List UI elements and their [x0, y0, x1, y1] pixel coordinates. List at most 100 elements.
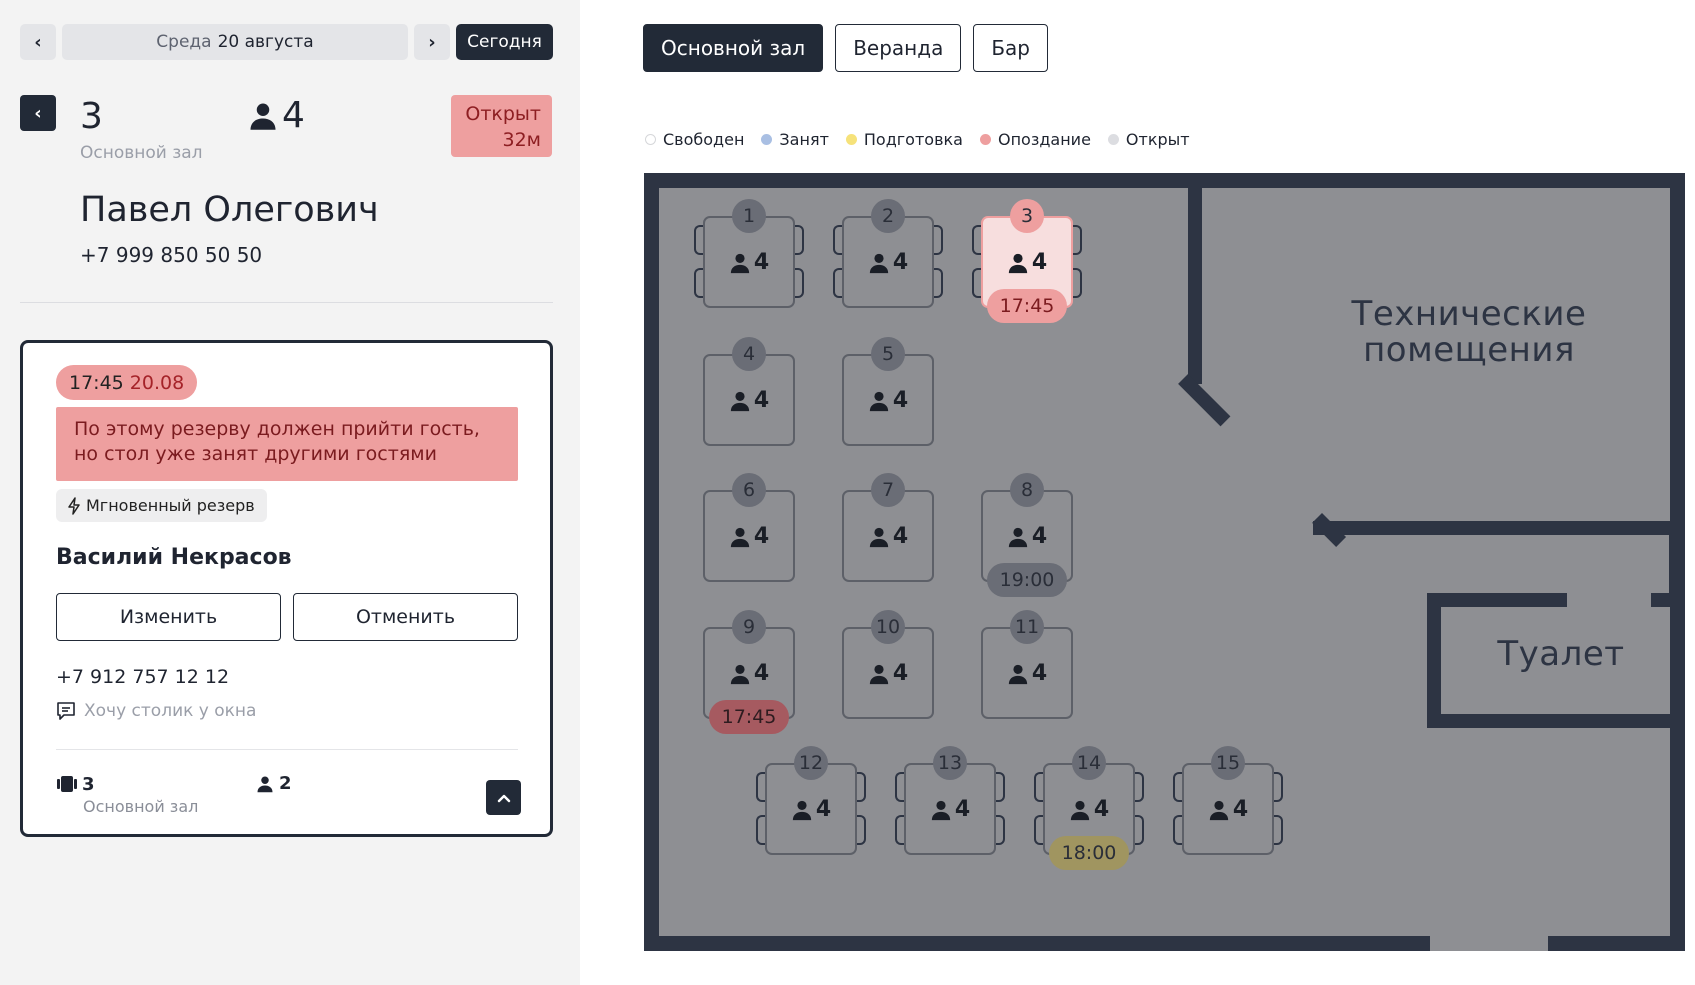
back-button[interactable]: ‹ [20, 95, 56, 131]
comment-icon [57, 702, 75, 720]
table-seats: 4 [753, 388, 770, 413]
table-seats: 4 [1031, 661, 1048, 686]
table-number-badge: 12 [794, 746, 828, 780]
reservation-card[interactable]: 17:45 20.08 По этому резерву должен прий… [20, 340, 553, 837]
chair [934, 225, 943, 255]
table-seat-info: 4 [703, 524, 795, 549]
table-time-badge: 17:45 [709, 700, 789, 734]
person-icon [1008, 527, 1028, 547]
date-display[interactable]: Среда 20 августа [62, 24, 408, 60]
chevron-left-icon: ‹ [34, 102, 42, 124]
table-seat-info: 4 [842, 388, 934, 413]
cancel-button[interactable]: Отменить [293, 593, 518, 641]
table-number-badge: 6 [732, 473, 766, 507]
date-label: 20 августа [217, 32, 314, 52]
collapse-button[interactable] [486, 780, 521, 815]
tab-veranda[interactable]: Веранда [835, 24, 962, 72]
chair [795, 268, 804, 298]
chair [694, 225, 703, 255]
reservation-guests: 2 [256, 773, 292, 794]
chair [1135, 815, 1144, 845]
status-label: Открыт [465, 103, 541, 125]
late-dot-icon [979, 134, 991, 145]
guest-count: 4 [248, 95, 305, 136]
preparing-dot-icon [845, 134, 857, 145]
conflict-alert: По этому резерву должен прийти гость, но… [56, 407, 518, 481]
table-number-badge: 5 [871, 337, 905, 371]
table-seat-info: 4 [904, 797, 996, 822]
person-icon [250, 103, 276, 130]
table-seats: 4 [1093, 797, 1110, 822]
chevron-up-icon [497, 794, 510, 802]
table-seat-info: 4 [1043, 797, 1135, 822]
reservation-guests-value: 2 [279, 773, 292, 794]
reservation-phone[interactable]: +7 912 757 12 12 [56, 666, 229, 688]
legend-item-late: Опоздание [979, 130, 1091, 149]
table-seat-info: 4 [1182, 797, 1274, 822]
chair [1173, 815, 1182, 845]
reservation-table: 3 [56, 773, 95, 795]
chair [1034, 815, 1043, 845]
reservation-time: 17:45 [69, 371, 124, 394]
legend-item-open: Открыт [1107, 130, 1190, 149]
wall [1188, 188, 1202, 384]
chair [795, 225, 804, 255]
next-day-button[interactable]: › [414, 24, 450, 60]
table-seats: 4 [1232, 797, 1249, 822]
table-seat-info: 4 [981, 524, 1073, 549]
person-icon [730, 527, 750, 547]
chair [857, 772, 866, 802]
guest-phone[interactable]: +7 999 850 50 50 [80, 243, 262, 267]
table-seats: 4 [892, 524, 909, 549]
table-number-badge: 4 [732, 337, 766, 371]
weekday-label: Среда [156, 32, 212, 52]
lightning-icon [68, 496, 80, 515]
tab-bar[interactable]: Бар [973, 24, 1048, 72]
prev-day-button[interactable]: ‹ [20, 24, 56, 60]
chair [972, 225, 981, 255]
person-icon [1008, 664, 1028, 684]
chair [833, 225, 842, 255]
occupied-dot-icon [761, 134, 773, 145]
wall [1427, 593, 1567, 607]
table-seat-info: 4 [703, 250, 795, 275]
table-number: 3 [80, 96, 103, 137]
legend-item-preparing: Подготовка [845, 130, 963, 149]
wall [1178, 374, 1231, 427]
doorway [1430, 936, 1548, 951]
legend-item-occupied: Занят [761, 130, 829, 149]
legend-label: Занят [779, 130, 829, 149]
today-button[interactable]: Сегодня [456, 24, 553, 60]
wall [1313, 521, 1683, 535]
date-navigator: ‹ Среда 20 августа › Сегодня [20, 24, 553, 60]
room-label-tech: Технические помещения [1351, 294, 1587, 370]
table-seat-info: 4 [703, 661, 795, 686]
person-icon [869, 527, 889, 547]
status-legend: Свободен Занят Подготовка Опоздание Откр… [645, 130, 1207, 149]
chevron-left-icon: ‹ [34, 31, 42, 53]
person-icon [730, 391, 750, 411]
chair [756, 772, 765, 802]
table-hall: Основной зал [80, 143, 203, 163]
chair [895, 772, 904, 802]
table-seats: 4 [815, 797, 832, 822]
table-seats: 4 [753, 661, 770, 686]
edit-button[interactable]: Изменить [56, 593, 281, 641]
chair [694, 268, 703, 298]
chair [756, 815, 765, 845]
open-dot-icon [1107, 134, 1119, 145]
table-number-badge: 10 [871, 610, 905, 644]
chair [972, 268, 981, 298]
table-number-badge: 1 [732, 199, 766, 233]
table-status-badge: Открыт 32м [451, 95, 552, 157]
wall [1427, 593, 1441, 728]
table-seats: 4 [1031, 524, 1048, 549]
tab-main-hall[interactable]: Основной зал [643, 24, 824, 72]
free-dot-icon [645, 134, 656, 145]
person-icon [869, 391, 889, 411]
chair [1073, 268, 1082, 298]
comment-text: Хочу столик у окна [84, 701, 257, 721]
table-seat-info: 4 [842, 250, 934, 275]
chair [1274, 772, 1283, 802]
instant-reservation-tag: Мгновенный резерв [56, 489, 267, 522]
